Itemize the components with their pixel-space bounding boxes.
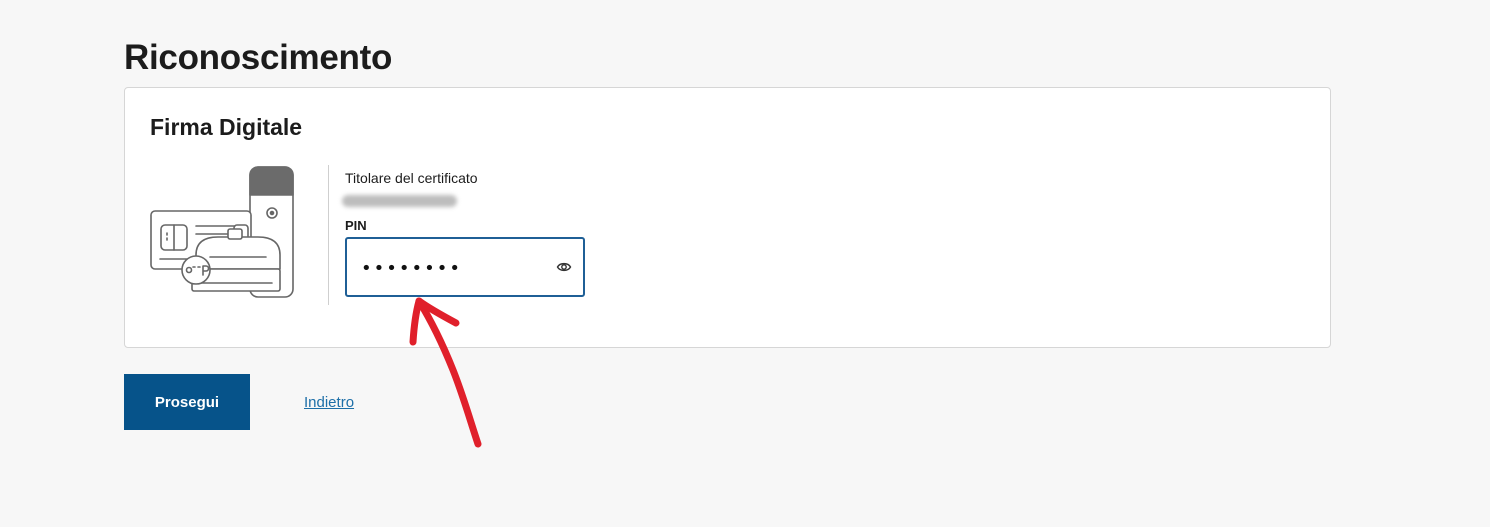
vertical-divider bbox=[328, 165, 329, 305]
certificate-holder-label: Titolare del certificato bbox=[345, 170, 478, 186]
digital-signature-card: Firma Digitale Titolare del certificato … bbox=[124, 87, 1331, 348]
back-link[interactable]: Indietro bbox=[304, 394, 354, 411]
proceed-button[interactable]: Prosegui bbox=[124, 374, 250, 430]
pin-field[interactable] bbox=[345, 237, 585, 297]
digital-signature-devices-icon bbox=[150, 166, 294, 298]
pin-label: PIN bbox=[345, 218, 367, 233]
page-title: Riconoscimento bbox=[124, 38, 393, 77]
page: Riconoscimento Firma Digitale Titolare d… bbox=[0, 0, 1490, 527]
eye-icon[interactable] bbox=[556, 259, 572, 275]
pin-input[interactable] bbox=[359, 239, 553, 297]
card-title: Firma Digitale bbox=[150, 114, 303, 140]
certificate-holder-value bbox=[342, 195, 457, 207]
